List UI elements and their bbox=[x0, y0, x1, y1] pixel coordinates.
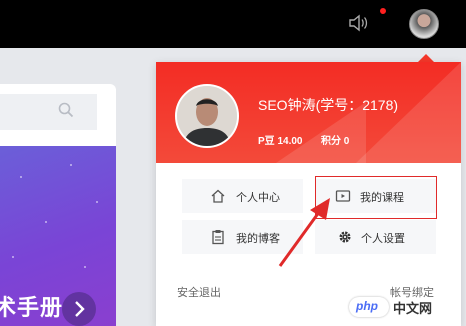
content-card: 术手册 bbox=[0, 84, 116, 326]
watermark-text: 中文网 bbox=[393, 301, 433, 316]
sound-icon[interactable] bbox=[348, 14, 368, 32]
search-icon[interactable] bbox=[58, 102, 74, 118]
banner-title: 术手册 bbox=[0, 296, 64, 321]
p-balance: P豆 14.00 bbox=[258, 136, 303, 147]
notification-dot bbox=[380, 8, 386, 14]
personal-settings-label: 个人设置 bbox=[361, 233, 405, 245]
points: 积分 0 bbox=[321, 136, 350, 147]
user-avatar[interactable] bbox=[409, 9, 439, 39]
php-cn-watermark: php 中文网 bbox=[349, 295, 461, 321]
gear-icon bbox=[339, 231, 351, 243]
php-logo: php bbox=[349, 297, 389, 317]
logout-link[interactable]: 安全退出 bbox=[177, 284, 221, 300]
top-navbar bbox=[0, 0, 466, 48]
home-icon bbox=[211, 189, 225, 203]
search-input[interactable] bbox=[0, 94, 97, 130]
next-button[interactable] bbox=[62, 292, 96, 326]
user-name: SEO钟涛(学号：2178) bbox=[258, 97, 399, 113]
annotation-arrow bbox=[278, 198, 330, 267]
user-profile-header: SEO钟涛(学号：2178) P豆 14.00 积分 0 bbox=[156, 62, 461, 163]
profile-avatar[interactable] bbox=[175, 84, 239, 148]
chevron-right-icon bbox=[75, 301, 85, 317]
clipboard-icon bbox=[212, 230, 224, 245]
